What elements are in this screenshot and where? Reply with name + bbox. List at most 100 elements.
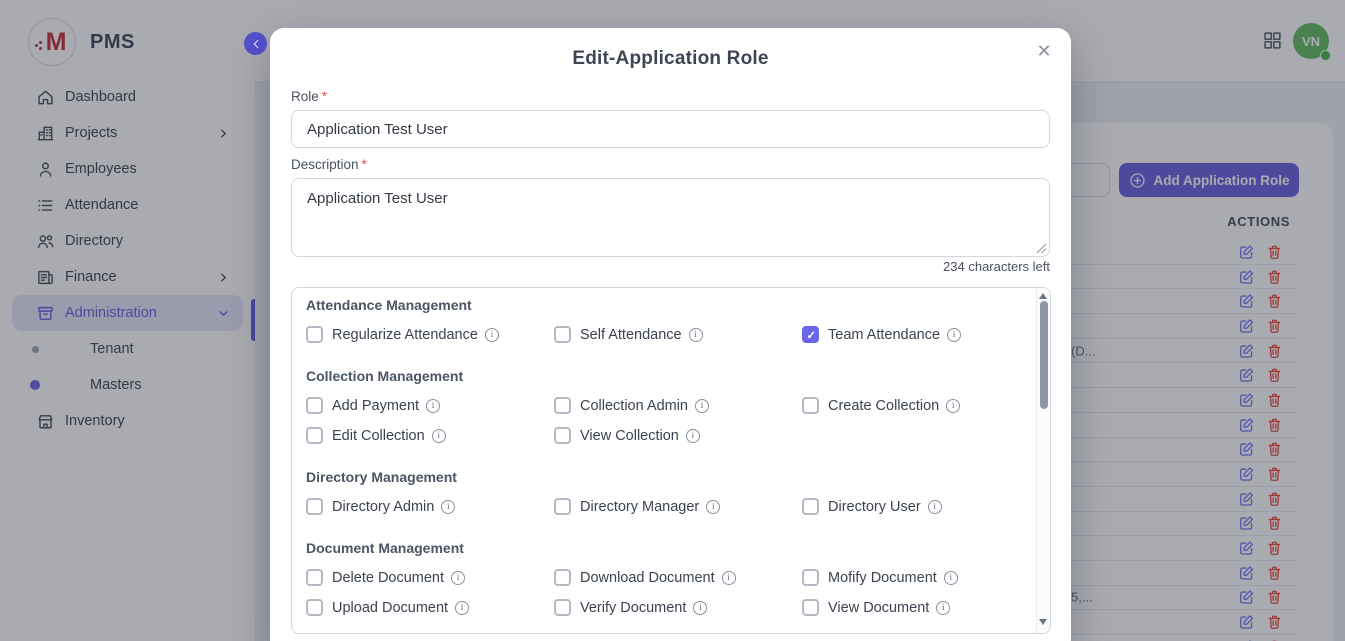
permission-checkbox-add-payment[interactable]: Add Payment [306,395,554,416]
checkbox[interactable] [306,397,323,414]
info-icon [686,429,700,443]
info-icon [928,500,942,514]
permission-label: View Collection [580,428,679,444]
info-icon [695,399,709,413]
info-icon [485,328,499,342]
checkbox[interactable] [802,498,819,515]
permission-label: Directory Admin [332,499,434,515]
checkbox[interactable] [554,427,571,444]
permissions-scrollbar[interactable] [1036,288,1050,633]
permission-grid: Delete Document Download Document Mofify… [306,567,1036,618]
permission-checkbox-edit-collection[interactable]: Edit Collection [306,425,554,446]
permission-checkbox-view-collection[interactable]: View Collection [554,425,802,446]
info-icon [936,601,950,615]
checkbox[interactable] [306,569,323,586]
characters-left-counter: 234 characters left [943,259,1050,274]
permission-grid: Directory Admin Directory Manager Direct… [306,496,1036,517]
info-icon [432,429,446,443]
permission-label: Add Payment [332,398,419,414]
permission-checkbox-team-attendance[interactable]: Team Attendance [802,324,1036,345]
permission-section-collection-management: Collection Management Add Payment Collec… [306,367,1036,446]
permission-section-title: Directory Management [306,468,1036,486]
permission-checkbox-view-document[interactable]: View Document [802,597,1036,618]
required-asterisk: * [362,157,367,172]
permission-label: Self Attendance [580,327,682,343]
modal-title: Edit-Application Role [270,48,1071,70]
checkbox[interactable] [554,397,571,414]
resize-handle-icon[interactable] [1036,243,1047,254]
checkbox[interactable] [306,498,323,515]
info-icon [947,328,961,342]
info-icon [426,399,440,413]
checkbox[interactable] [306,326,323,343]
permission-label: Download Document [580,570,715,586]
permission-checkbox-directory-admin[interactable]: Directory Admin [306,496,554,517]
permission-label: Directory User [828,499,921,515]
info-icon [944,571,958,585]
permission-label: Upload Document [332,600,448,616]
checkbox[interactable] [802,326,819,343]
checkbox[interactable] [554,569,571,586]
edit-application-role-modal: Edit-Application Role ✕ Role* Descriptio… [270,28,1071,641]
description-textarea[interactable]: Application Test User [291,178,1050,257]
checkbox[interactable] [802,397,819,414]
permission-grid: Add Payment Collection Admin Create Coll… [306,395,1036,446]
sidebar-collapse-button[interactable] [244,32,267,55]
permission-section-title: Collection Management [306,367,1036,385]
required-asterisk: * [322,89,327,104]
permission-section-title: Attendance Management [306,296,1036,314]
checkbox[interactable] [802,599,819,616]
chevron-left-icon [250,38,262,50]
permission-checkbox-verify-document[interactable]: Verify Document [554,597,802,618]
app-root: M PMS Dashboard Projects Employees Atten… [0,0,1345,641]
info-icon [722,571,736,585]
permission-section-title: Document Management [306,539,1036,557]
checkbox[interactable] [554,599,571,616]
info-icon [706,500,720,514]
permission-grid: Regularize Attendance Self Attendance Te… [306,324,1036,345]
permission-label: Collection Admin [580,398,688,414]
role-label: Role* [291,89,327,104]
permission-checkbox-directory-manager[interactable]: Directory Manager [554,496,802,517]
permission-checkbox-self-attendance[interactable]: Self Attendance [554,324,802,345]
permission-checkbox-collection-admin[interactable]: Collection Admin [554,395,802,416]
checkbox[interactable] [306,427,323,444]
info-icon [693,601,707,615]
permission-section-document-management: Document Management Delete Document Down… [306,539,1036,618]
scroll-down-arrow-icon[interactable] [1039,619,1047,625]
checkbox[interactable] [802,569,819,586]
close-icon[interactable]: ✕ [1031,38,1057,64]
role-input[interactable] [291,110,1050,148]
permission-label: Create Collection [828,398,939,414]
permission-label: Edit Collection [332,428,425,444]
checkbox[interactable] [306,599,323,616]
permission-label: Verify Document [580,600,686,616]
info-icon [946,399,960,413]
checkbox[interactable] [554,326,571,343]
permissions-list: Attendance Management Regularize Attenda… [292,288,1036,633]
permission-checkbox-create-collection[interactable]: Create Collection [802,395,1036,416]
info-icon [455,601,469,615]
permission-section-attendance-management: Attendance Management Regularize Attenda… [306,296,1036,345]
permission-checkbox-regularize-attendance[interactable]: Regularize Attendance [306,324,554,345]
permissions-container: Attendance Management Regularize Attenda… [291,287,1051,634]
permission-checkbox-upload-document[interactable]: Upload Document [306,597,554,618]
permission-label: Regularize Attendance [332,327,478,343]
permission-label: Directory Manager [580,499,699,515]
info-icon [441,500,455,514]
scroll-up-arrow-icon[interactable] [1039,293,1047,299]
scrollbar-thumb[interactable] [1040,301,1048,409]
permission-checkbox-download-document[interactable]: Download Document [554,567,802,588]
checkbox[interactable] [554,498,571,515]
permission-checkbox-delete-document[interactable]: Delete Document [306,567,554,588]
permission-checkbox-mofify-document[interactable]: Mofify Document [802,567,1036,588]
permission-label: Delete Document [332,570,444,586]
description-label: Description* [291,157,367,172]
permission-label: Team Attendance [828,327,940,343]
info-icon [689,328,703,342]
permission-section-directory-management: Directory Management Directory Admin Dir… [306,468,1036,517]
permission-checkbox-directory-user[interactable]: Directory User [802,496,1036,517]
permission-label: View Document [828,600,929,616]
info-icon [451,571,465,585]
permission-label: Mofify Document [828,570,937,586]
